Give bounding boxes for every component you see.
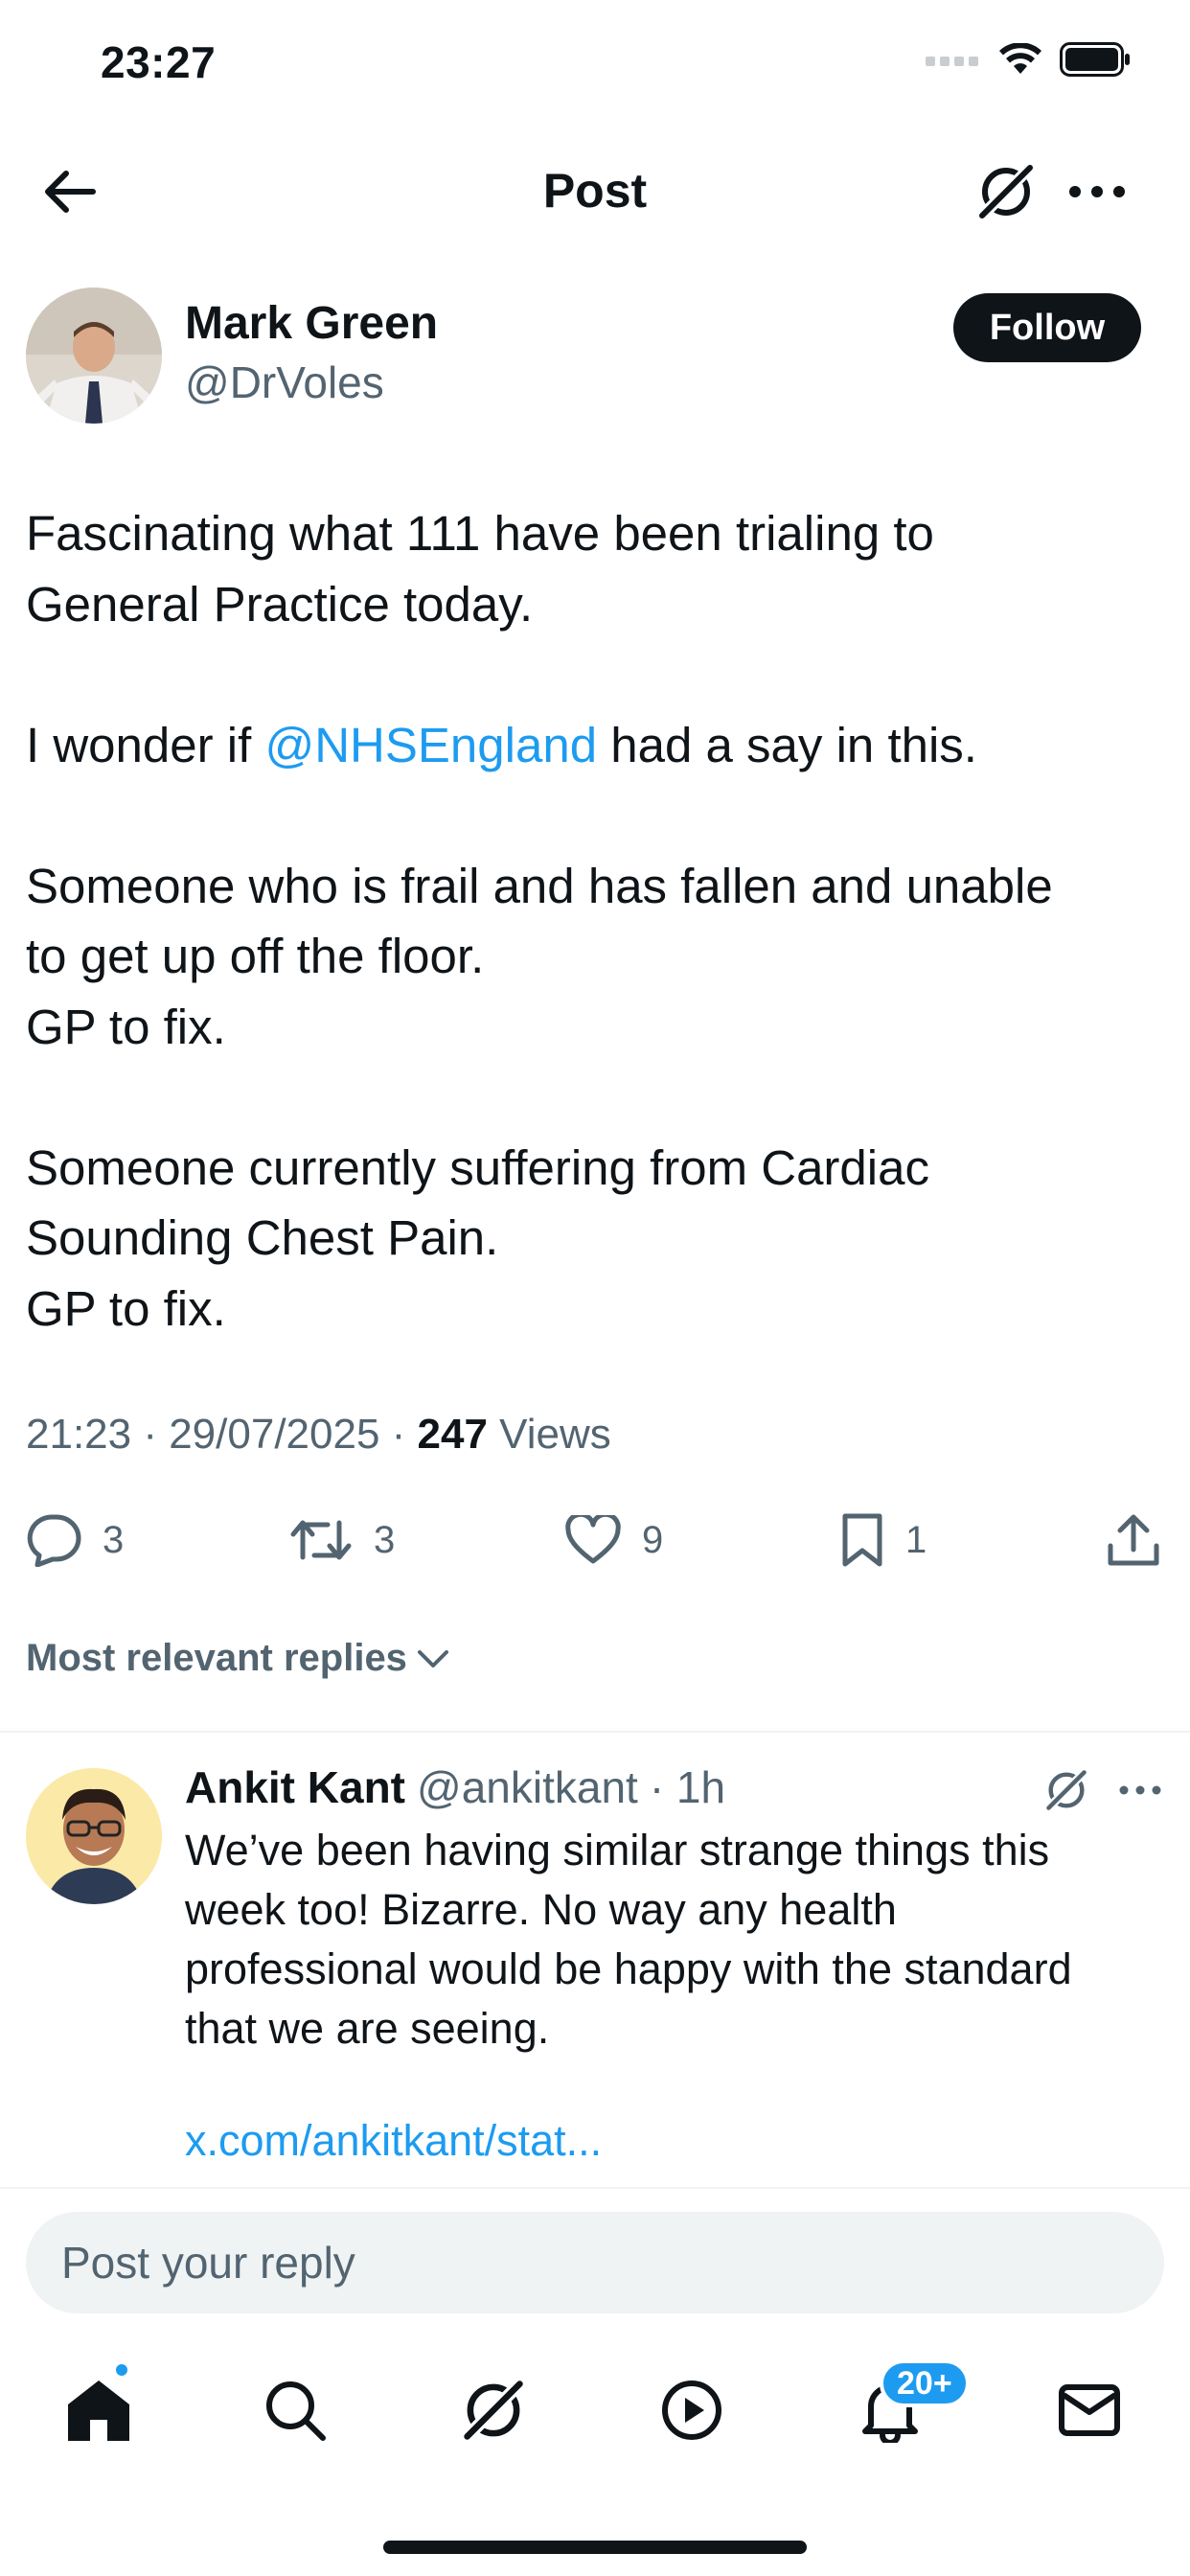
post-text-segment: had a say in this. [597, 717, 977, 772]
reply-time: · 1h [649, 1762, 726, 1812]
home-unread-dot [113, 2361, 130, 2379]
heart-icon [565, 1515, 621, 1564]
author-avatar[interactable] [26, 288, 162, 424]
notifications-badge: 20+ [880, 2359, 970, 2407]
like-action[interactable]: 9 [565, 1506, 663, 1574]
post-line: Someone who is frail and has fallen and … [26, 858, 1053, 913]
divider [0, 1731, 1190, 1733]
author-name[interactable]: Mark Green [185, 297, 438, 350]
avatar-photo [26, 1768, 162, 1904]
play-circle-icon [662, 2380, 721, 2440]
back-button[interactable] [36, 158, 103, 225]
grok-button[interactable] [973, 158, 1040, 225]
tab-search[interactable] [252, 2367, 338, 2453]
reply-count: 3 [103, 1518, 125, 1561]
reply-author-name[interactable]: Ankit Kant [185, 1761, 405, 1813]
post-line: to get up off the floor. [26, 929, 485, 983]
repost-action[interactable]: 3 [289, 1506, 395, 1574]
bookmark-count: 1 [905, 1518, 927, 1561]
paragraph-spacer [26, 780, 1166, 851]
tab-messages[interactable] [1046, 2367, 1133, 2453]
reply-more-button[interactable] [1111, 1761, 1169, 1819]
post-line: GP to fix. [26, 1280, 226, 1336]
mention-link[interactable]: @NHSEngland [264, 718, 597, 772]
reply-line: that we are seeing. [185, 2004, 550, 2053]
home-indicator[interactable] [383, 2541, 807, 2554]
views-count: 247 [417, 1411, 488, 1458]
cellular-signal-icon [926, 57, 978, 66]
replies-sort-dropdown[interactable]: Most relevant replies [26, 1637, 449, 1680]
like-count: 9 [642, 1518, 664, 1561]
grok-icon [461, 2378, 526, 2443]
post-line: Fascinating what 111 have been trialing … [26, 506, 934, 561]
more-icon [1119, 1785, 1161, 1795]
post-line: Sounding Chest Pain. [26, 1210, 499, 1265]
battery-icon [1060, 42, 1130, 77]
post-text: Fascinating what 111 have been trialing … [26, 498, 1166, 1344]
arrow-left-icon [45, 171, 96, 213]
post-line: GP to fix. [26, 999, 226, 1054]
post-meta: 21:23 · 29/07/2025 · 247 Views [26, 1411, 611, 1459]
replies-sort-label: Most relevant replies [26, 1637, 407, 1679]
grok-icon [976, 162, 1036, 221]
bookmark-action[interactable]: 1 [840, 1506, 927, 1574]
follow-button[interactable]: Follow [953, 293, 1141, 362]
reply-author-avatar[interactable] [26, 1768, 162, 1904]
more-options-button[interactable] [1064, 158, 1131, 225]
paragraph-spacer [26, 1062, 1166, 1133]
post-line: General Practice today. [26, 576, 534, 632]
post-text-segment: I wonder if [26, 717, 265, 772]
avatar-photo [26, 288, 162, 424]
reply-icon [27, 1514, 81, 1567]
share-action[interactable] [1107, 1506, 1160, 1574]
reply-author-handle[interactable]: @ankitkant [417, 1761, 638, 1813]
repost-icon [290, 1520, 352, 1560]
more-icon [1069, 186, 1125, 197]
reply-link[interactable]: x.com/ankitkant/stat... [185, 2116, 602, 2166]
views-label[interactable]: Views [488, 1411, 611, 1458]
repost-count: 3 [374, 1518, 396, 1561]
reply-header: Ankit Kant @ankitkant · 1h [185, 1761, 725, 1813]
paragraph-spacer [26, 639, 1166, 710]
reply-line: week too! Bizarre. No way any health [185, 1885, 897, 1934]
divider [0, 2187, 1190, 2189]
chevron-down-icon [417, 1649, 448, 1668]
mail-icon [1059, 2384, 1120, 2436]
author-handle[interactable]: @DrVoles [185, 356, 384, 408]
post-timestamp: 21:23 · 29/07/2025 · [26, 1411, 418, 1458]
status-icons [926, 42, 1133, 77]
post-line: I wonder if @NHSEngland had a say in thi… [26, 710, 1166, 781]
reply-composer[interactable] [26, 2212, 1164, 2313]
reply-line: professional would be happy with the sta… [185, 1944, 1072, 1993]
search-icon [266, 2381, 326, 2441]
post-line: Someone currently suffering from Cardiac [26, 1139, 929, 1195]
tab-video[interactable] [649, 2367, 735, 2453]
wifi-icon [999, 43, 1041, 74]
reply-grok-button[interactable] [1038, 1761, 1095, 1819]
grok-icon [1044, 1768, 1088, 1812]
status-time: 23:27 [101, 37, 217, 87]
reply-input[interactable] [26, 2212, 1164, 2313]
tab-grok[interactable] [450, 2367, 537, 2453]
share-icon [1108, 1514, 1159, 1566]
reply-line: We’ve been having similar strange things… [185, 1826, 1050, 1874]
reply-text: We’ve been having similar strange things… [185, 1821, 1162, 2058]
reply-action[interactable]: 3 [26, 1506, 124, 1574]
bookmark-icon [842, 1513, 882, 1567]
home-icon [68, 2380, 129, 2441]
tab-home[interactable] [56, 2367, 142, 2453]
